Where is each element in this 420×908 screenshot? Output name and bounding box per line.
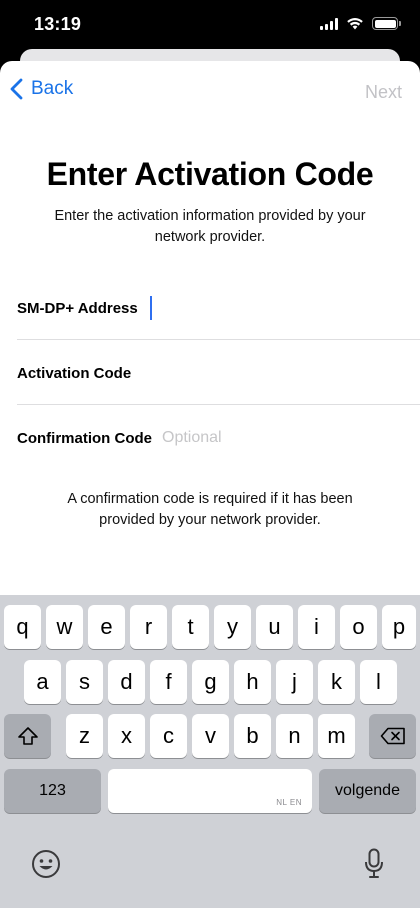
key-d[interactable]: d (108, 660, 145, 704)
microphone-icon[interactable] (364, 848, 384, 880)
key-c[interactable]: c (150, 714, 187, 758)
key-x[interactable]: x (108, 714, 145, 758)
key-h[interactable]: h (234, 660, 271, 704)
smdp-address-label: SM-DP+ Address (17, 299, 138, 317)
space-key[interactable]: NL EN (108, 769, 312, 813)
emoji-icon[interactable] (31, 849, 61, 879)
keyboard: q w e r t y u i o p a s d f g h j k l z … (0, 595, 420, 908)
delete-key[interactable] (369, 714, 416, 758)
signal-icon (320, 17, 338, 30)
page-title: Enter Activation Code (46, 156, 374, 192)
page-subtitle: Enter the activation information provide… (54, 208, 366, 245)
divider (17, 339, 420, 340)
key-f[interactable]: f (150, 660, 187, 704)
key-b[interactable]: b (234, 714, 271, 758)
numbers-key[interactable]: 123 (4, 769, 101, 813)
return-key[interactable]: volgende (319, 769, 416, 813)
status-icons (320, 17, 401, 30)
shift-icon (17, 727, 38, 745)
wifi-icon (347, 18, 363, 30)
divider (17, 404, 420, 405)
key-v[interactable]: v (192, 714, 229, 758)
space-language-label: NL EN (276, 798, 302, 807)
activation-code-input[interactable] (141, 364, 420, 382)
key-l[interactable]: l (360, 660, 397, 704)
backspace-icon (380, 727, 405, 745)
key-w[interactable]: w (46, 605, 83, 649)
activation-code-label: Activation Code (17, 364, 132, 382)
key-p[interactable]: p (382, 605, 416, 649)
activation-sheet: Back Next Enter Activation Code Enter th… (0, 61, 420, 908)
key-m[interactable]: m (318, 714, 355, 758)
key-k[interactable]: k (318, 660, 355, 704)
key-g[interactable]: g (192, 660, 229, 704)
smdp-address-row[interactable]: SM-DP+ Address (17, 276, 420, 340)
key-y[interactable]: y (214, 605, 251, 649)
back-label: Back (31, 78, 74, 99)
status-time: 13:19 (34, 14, 82, 34)
back-button[interactable]: Back (10, 78, 73, 100)
smdp-address-input[interactable] (152, 299, 420, 317)
status-bar: 13:19 (0, 0, 420, 50)
confirmation-code-label: Confirmation Code (17, 429, 152, 447)
key-i[interactable]: i (298, 605, 335, 649)
key-n[interactable]: n (276, 714, 313, 758)
key-j[interactable]: j (276, 660, 313, 704)
confirmation-code-input[interactable] (162, 429, 420, 447)
confirmation-code-row[interactable]: Confirmation Code (17, 406, 420, 470)
key-z[interactable]: z (66, 714, 103, 758)
key-s[interactable]: s (66, 660, 103, 704)
confirmation-note: A confirmation code is required if it ha… (67, 491, 353, 528)
shift-key[interactable] (4, 714, 51, 758)
key-e[interactable]: e (88, 605, 125, 649)
key-t[interactable]: t (172, 605, 209, 649)
activation-code-row[interactable]: Activation Code (17, 341, 420, 405)
key-o[interactable]: o (340, 605, 377, 649)
key-u[interactable]: u (256, 605, 293, 649)
key-a[interactable]: a (24, 660, 61, 704)
next-button[interactable]: Next (365, 82, 402, 103)
key-q[interactable]: q (4, 605, 41, 649)
key-r[interactable]: r (130, 605, 167, 649)
battery-icon (372, 17, 401, 30)
chevron-left-icon (10, 78, 23, 100)
